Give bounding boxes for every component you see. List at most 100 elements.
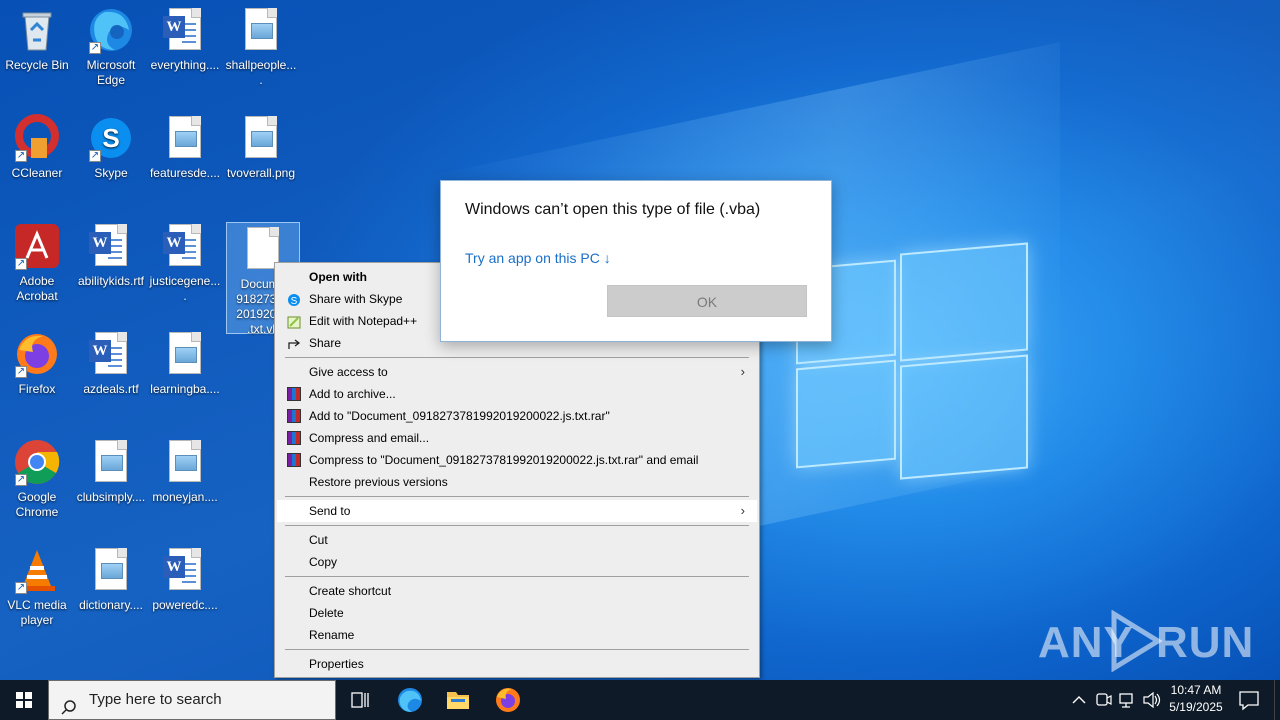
windows-start-icon (16, 692, 32, 708)
word-document-icon: W (87, 222, 135, 270)
desktop-icon-learningba[interactable]: learningba.... (148, 330, 222, 397)
winrar-icon (287, 387, 301, 401)
chrome-icon: ↗ (13, 438, 61, 486)
image-file-icon (87, 438, 135, 486)
firefox-icon (496, 688, 520, 712)
menu-separator (285, 357, 749, 358)
image-file-icon (87, 546, 135, 594)
desktop-icon-justicegene[interactable]: W justicegene.... (148, 222, 222, 304)
tray-volume[interactable] (1140, 680, 1162, 720)
tray-network[interactable] (1116, 680, 1138, 720)
task-view-button[interactable] (336, 680, 384, 720)
taskbar-clock[interactable]: 10:47 AM 5/19/2025 (1160, 682, 1232, 716)
recycle-bin-icon (13, 6, 61, 54)
tray-meeting[interactable] (1092, 680, 1114, 720)
dialog-title: Windows can’t open this type of file (.v… (465, 201, 761, 218)
svg-text:S: S (291, 296, 298, 307)
menu-rename[interactable]: Rename (277, 624, 757, 646)
desktop-icon-vlc[interactable]: ↗ VLC media player (0, 546, 74, 628)
show-desktop-button[interactable] (1274, 680, 1280, 720)
desktop-icon-featuresde[interactable]: featuresde.... (148, 114, 222, 181)
taskbar-file-explorer[interactable] (434, 680, 482, 720)
desktop-icon-abilitykids-rtf[interactable]: W abilitykids.rtf (74, 222, 148, 289)
menu-separator (285, 525, 749, 526)
desktop-icon-everything[interactable]: W everything.... (148, 6, 222, 73)
firefox-icon: ↗ (13, 330, 61, 378)
show-hidden-icons-button[interactable] (1068, 680, 1090, 720)
menu-add-to-rar[interactable]: Add to "Document_09182737819920192000​22… (277, 405, 757, 427)
menu-create-shortcut[interactable]: Create shortcut (277, 580, 757, 602)
menu-cut[interactable]: Cut (277, 529, 757, 551)
desktop-icon-ccleaner[interactable]: ↗ CCleaner (0, 114, 74, 181)
desktop-icon-azdeals-rtf[interactable]: W azdeals.rtf (74, 330, 148, 397)
menu-separator (285, 576, 749, 577)
word-document-icon: W (161, 222, 209, 270)
network-icon (1119, 693, 1133, 708)
action-center-button[interactable] (1232, 680, 1266, 720)
desktop-icon-adobe-acrobat[interactable]: ↗ Adobe Acrobat (0, 222, 74, 304)
taskbar-edge[interactable] (386, 680, 434, 720)
image-file-icon (161, 438, 209, 486)
word-document-icon: W (161, 6, 209, 54)
share-icon (287, 336, 301, 350)
search-icon (61, 692, 77, 715)
image-file-icon (237, 6, 285, 54)
volume-icon (1143, 691, 1161, 709)
desktop-icon-firefox[interactable]: ↗ Firefox (0, 330, 74, 397)
shortcut-arrow-icon: ↗ (15, 366, 27, 378)
desktop-icon-clubsimply[interactable]: clubsimply.... (74, 438, 148, 505)
task-view-icon (351, 692, 369, 708)
desktop-icon-tvoverall-png[interactable]: tvoverall.png (224, 114, 298, 181)
desktop-icon-shallpeople[interactable]: shallpeople.... (224, 6, 298, 88)
desktop-icon-skype[interactable]: S ↗ Skype (74, 114, 148, 181)
vlc-cone-icon: ↗ (13, 546, 61, 594)
menu-restore-previous-versions[interactable]: Restore previous versions (277, 471, 757, 493)
word-document-icon: W (161, 546, 209, 594)
shortcut-arrow-icon: ↗ (15, 258, 27, 270)
winrar-icon (287, 431, 301, 445)
image-file-icon (237, 114, 285, 162)
shortcut-arrow-icon: ↗ (89, 42, 101, 54)
taskbar-search-box[interactable]: Type here to search (48, 680, 336, 720)
desktop-icon-moneyjan[interactable]: moneyjan.... (148, 438, 222, 505)
skype-icon: S ↗ (87, 114, 135, 162)
menu-compress-to-rar-and-email[interactable]: Compress to "Document_091827378199201920… (277, 449, 757, 471)
desktop-icon-edge[interactable]: ↗ Microsoft Edge (74, 6, 148, 88)
taskbar-firefox[interactable] (484, 680, 532, 720)
word-document-icon: W (87, 330, 135, 378)
ok-button[interactable]: OK (607, 285, 807, 317)
desktop-icon-google-chrome[interactable]: ↗ Google Chrome (0, 438, 74, 520)
cant-open-file-dialog: Windows can’t open this type of file (.v… (440, 180, 832, 342)
adobe-acrobat-icon: ↗ (13, 222, 61, 270)
image-file-icon (161, 114, 209, 162)
menu-delete[interactable]: Delete (277, 602, 757, 624)
menu-compress-and-email[interactable]: Compress and email... (277, 427, 757, 449)
start-button[interactable] (0, 680, 48, 720)
chevron-right-icon: › (740, 364, 745, 379)
svg-text:S: S (102, 123, 119, 153)
try-app-link[interactable]: Try an app on this PC ↓ (465, 250, 611, 266)
edge-icon: ↗ (87, 6, 135, 54)
desktop-icon-poweredc[interactable]: W poweredc.... (148, 546, 222, 613)
menu-send-to[interactable]: Send to › (277, 500, 757, 522)
edge-icon (398, 688, 422, 712)
desktop-icon-dictionary[interactable]: dictionary.... (74, 546, 148, 613)
menu-give-access-to[interactable]: Give access to › (277, 361, 757, 383)
clock-time: 10:47 AM (1170, 683, 1222, 697)
meet-now-icon (1096, 693, 1112, 706)
winrar-icon (287, 409, 301, 423)
desktop-icon-recycle-bin[interactable]: Recycle Bin (0, 6, 74, 73)
clock-date: 5/19/2025 (1169, 700, 1223, 714)
menu-add-to-archive[interactable]: Add to archive... (277, 383, 757, 405)
shortcut-arrow-icon: ↗ (15, 150, 27, 162)
notepadpp-icon (287, 314, 301, 329)
shortcut-arrow-icon: ↗ (15, 474, 27, 486)
menu-copy[interactable]: Copy (277, 551, 757, 573)
ccleaner-icon: ↗ (13, 114, 61, 162)
chevron-right-icon: › (740, 503, 745, 518)
menu-separator (285, 649, 749, 650)
anyrun-watermark: ANY RUN (1038, 610, 1253, 672)
winrar-icon (287, 453, 301, 467)
image-file-icon (161, 330, 209, 378)
menu-properties[interactable]: Properties (277, 653, 757, 675)
